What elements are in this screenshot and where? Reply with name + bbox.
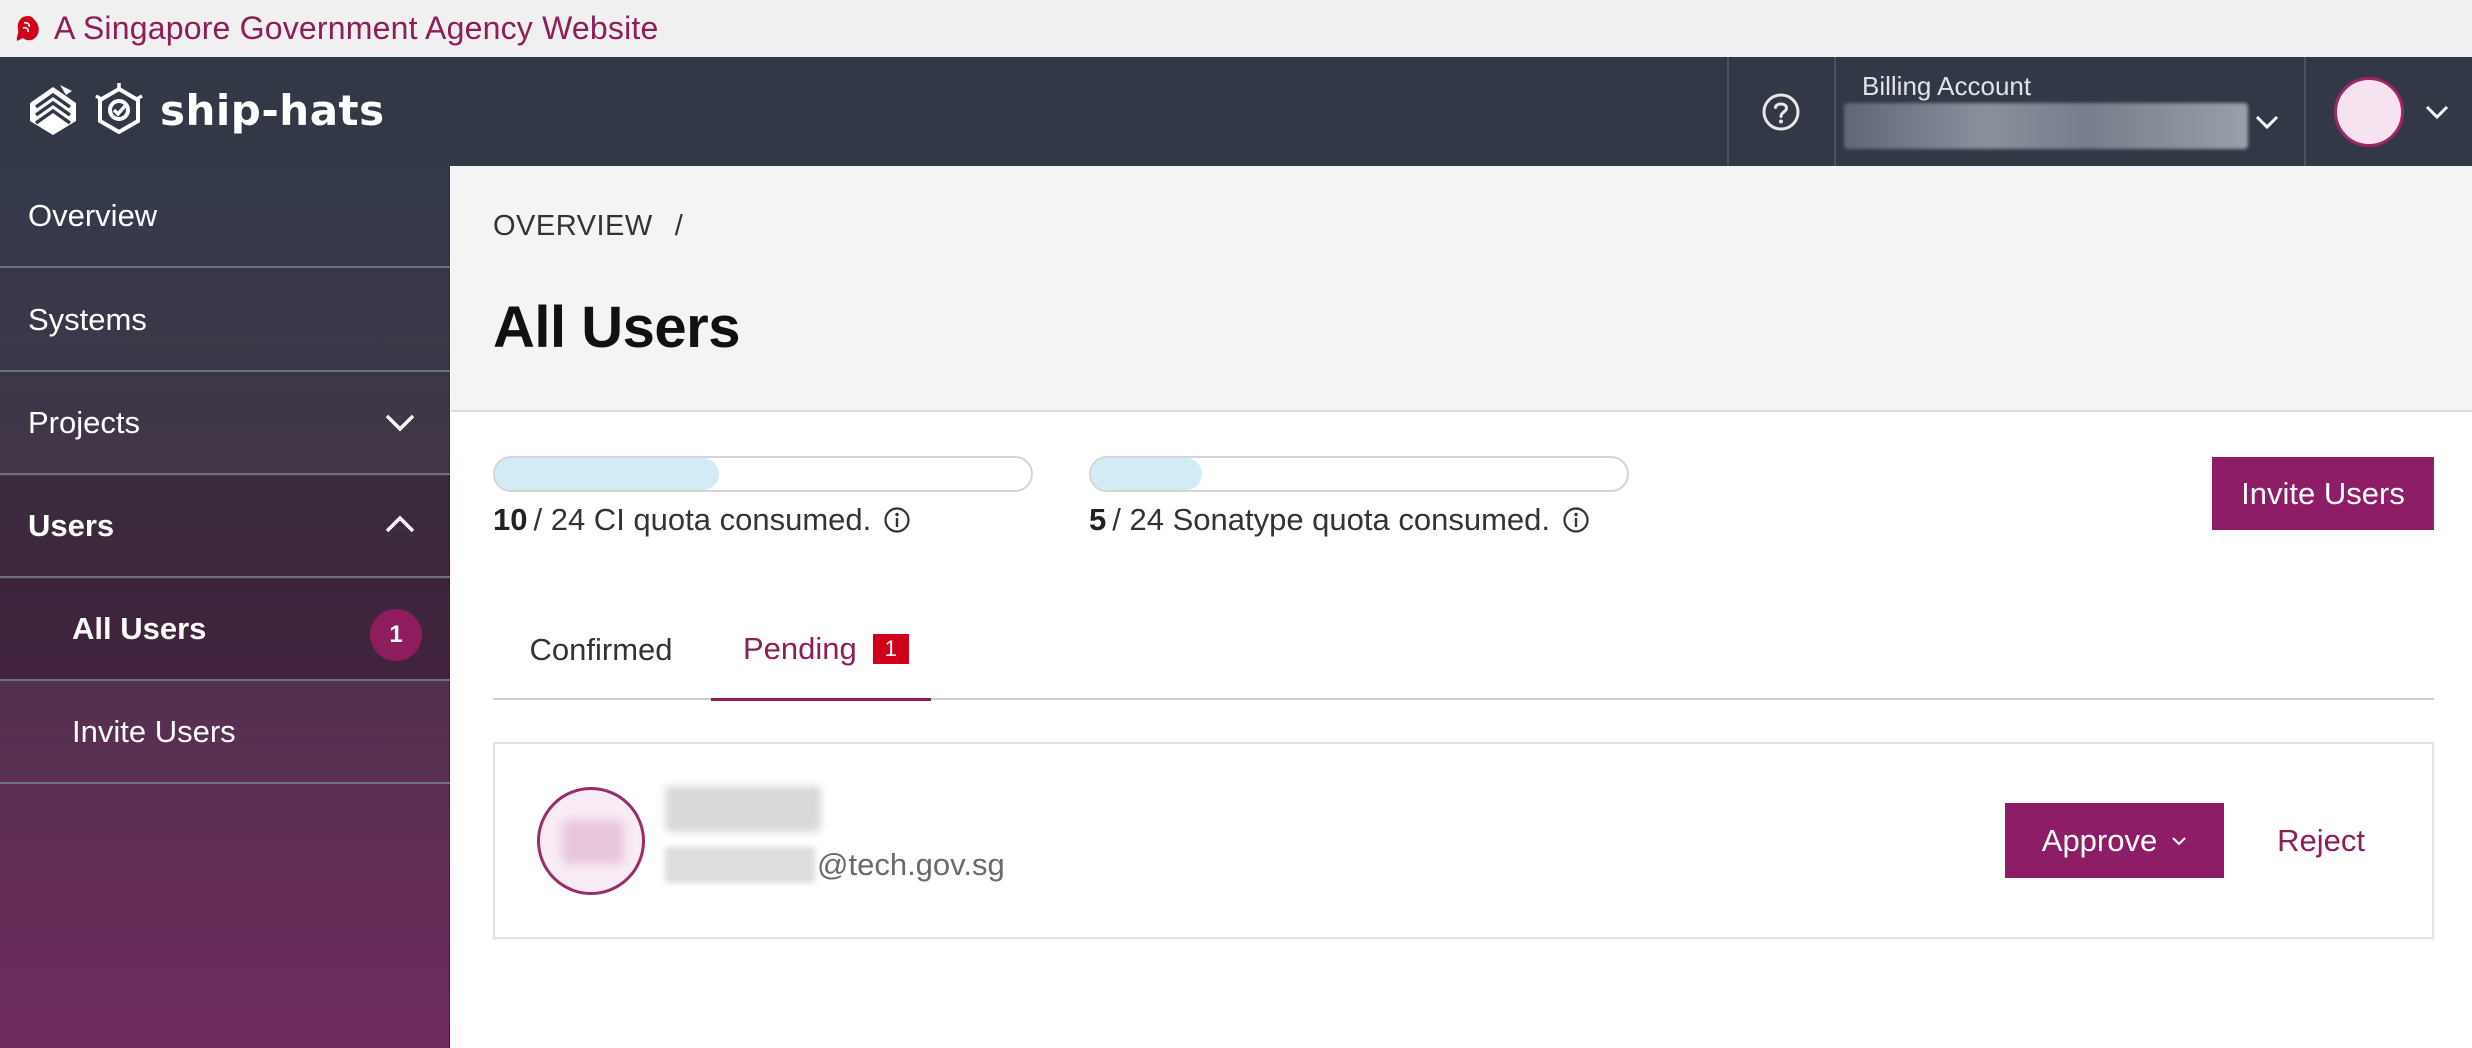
pending-user-card: @tech.gov.sg Approve Reject <box>493 742 2434 939</box>
tab-label: Pending <box>743 631 857 666</box>
user-name <box>665 786 821 832</box>
approve-label: Approve <box>2041 822 2158 858</box>
sonatype-quota-bar <box>1089 456 1629 492</box>
tab-pending[interactable]: Pending 1 <box>711 600 931 701</box>
tab-label: Confirmed <box>529 632 673 667</box>
sidebar-item-label: All Users <box>72 611 207 646</box>
ci-quota-bar <box>493 456 1033 492</box>
masthead-text[interactable]: A Singapore Government Agency Website <box>54 10 659 47</box>
ci-quota-used: 10 <box>493 502 528 537</box>
ci-quota: 10/ 24 CI quota consumed. <box>493 456 1033 538</box>
chevron-down-icon <box>2172 836 2186 845</box>
page-title: All Users <box>493 295 740 360</box>
sidebar-item-invite-users[interactable]: Invite Users <box>0 682 450 784</box>
tab-confirmed[interactable]: Confirmed <box>493 600 709 700</box>
email-domain: @tech.gov.sg <box>817 847 1005 882</box>
sonatype-quota-fill <box>1091 458 1203 490</box>
question-circle-icon <box>1762 93 1800 130</box>
chevron-down-icon <box>385 414 415 432</box>
reject-button[interactable]: Reject <box>2261 803 2381 878</box>
top-navbar: ship-hats Billing Account <box>0 57 2472 166</box>
brand[interactable]: ship-hats <box>26 81 385 139</box>
sidebar-item-overview[interactable]: Overview <box>0 166 450 268</box>
count-badge: 1 <box>370 609 422 661</box>
sidebar-item-label: Overview <box>28 198 158 233</box>
chevron-down-icon <box>2255 115 2279 130</box>
brand-name: ship-hats <box>160 85 385 135</box>
sonatype-quota-text: 5/ 24 Sonatype quota consumed. <box>1089 502 1629 538</box>
sidebar-item-projects[interactable]: Projects <box>0 373 450 475</box>
billing-account-value <box>1844 103 2248 149</box>
email-local-part-redacted <box>665 847 815 883</box>
page-header: OVERVIEW / All Users <box>451 166 2472 412</box>
sidebar-item-label: Projects <box>28 405 140 440</box>
govtech-crest-icon <box>30 85 76 135</box>
lion-head-icon <box>16 15 39 41</box>
chevron-down-icon <box>2425 105 2449 120</box>
sonatype-quota: 5/ 24 Sonatype quota consumed. <box>1089 456 1629 538</box>
chevron-up-icon <box>385 515 415 533</box>
breadcrumb-item-overview[interactable]: OVERVIEW <box>493 210 653 242</box>
info-icon[interactable] <box>1562 506 1590 534</box>
user-menu[interactable] <box>2306 57 2472 166</box>
info-icon[interactable] <box>883 506 911 534</box>
ci-quota-label: / 24 CI quota consumed. <box>533 502 872 537</box>
gov-masthead: A Singapore Government Agency Website <box>0 0 2472 57</box>
sidebar-item-systems[interactable]: Systems <box>0 270 450 372</box>
sidebar-item-label: Invite Users <box>72 714 236 749</box>
breadcrumb: OVERVIEW / <box>493 210 683 243</box>
sidebar-item-users[interactable]: Users <box>0 476 450 578</box>
sidebar-item-label: Users <box>28 508 115 543</box>
user-email: @tech.gov.sg <box>665 847 1005 883</box>
invite-users-button[interactable]: Invite Users <box>2212 457 2434 530</box>
sonatype-quota-used: 5 <box>1089 502 1107 537</box>
sidebar-item-all-users[interactable]: All Users 1 <box>0 579 450 681</box>
help-button[interactable] <box>1728 57 1834 166</box>
user-avatar <box>537 787 645 895</box>
ci-quota-fill <box>495 458 719 490</box>
breadcrumb-separator: / <box>674 210 684 242</box>
user-tabs: Confirmed Pending 1 <box>493 600 2434 701</box>
ci-quota-text: 10/ 24 CI quota consumed. <box>493 502 1033 538</box>
sidebar: Overview Systems Projects Users All User… <box>0 166 450 1048</box>
sidebar-item-label: Systems <box>28 302 147 337</box>
sonatype-quota-label: / 24 Sonatype quota consumed. <box>1112 502 1551 537</box>
billing-account-label: Billing Account <box>1862 71 2032 101</box>
pending-count-badge: 1 <box>872 634 909 664</box>
approve-button[interactable]: Approve <box>2005 803 2224 878</box>
ship-hats-logo-icon <box>95 83 143 135</box>
avatar <box>2334 77 2404 147</box>
billing-account-select[interactable]: Billing Account <box>1836 57 2304 166</box>
